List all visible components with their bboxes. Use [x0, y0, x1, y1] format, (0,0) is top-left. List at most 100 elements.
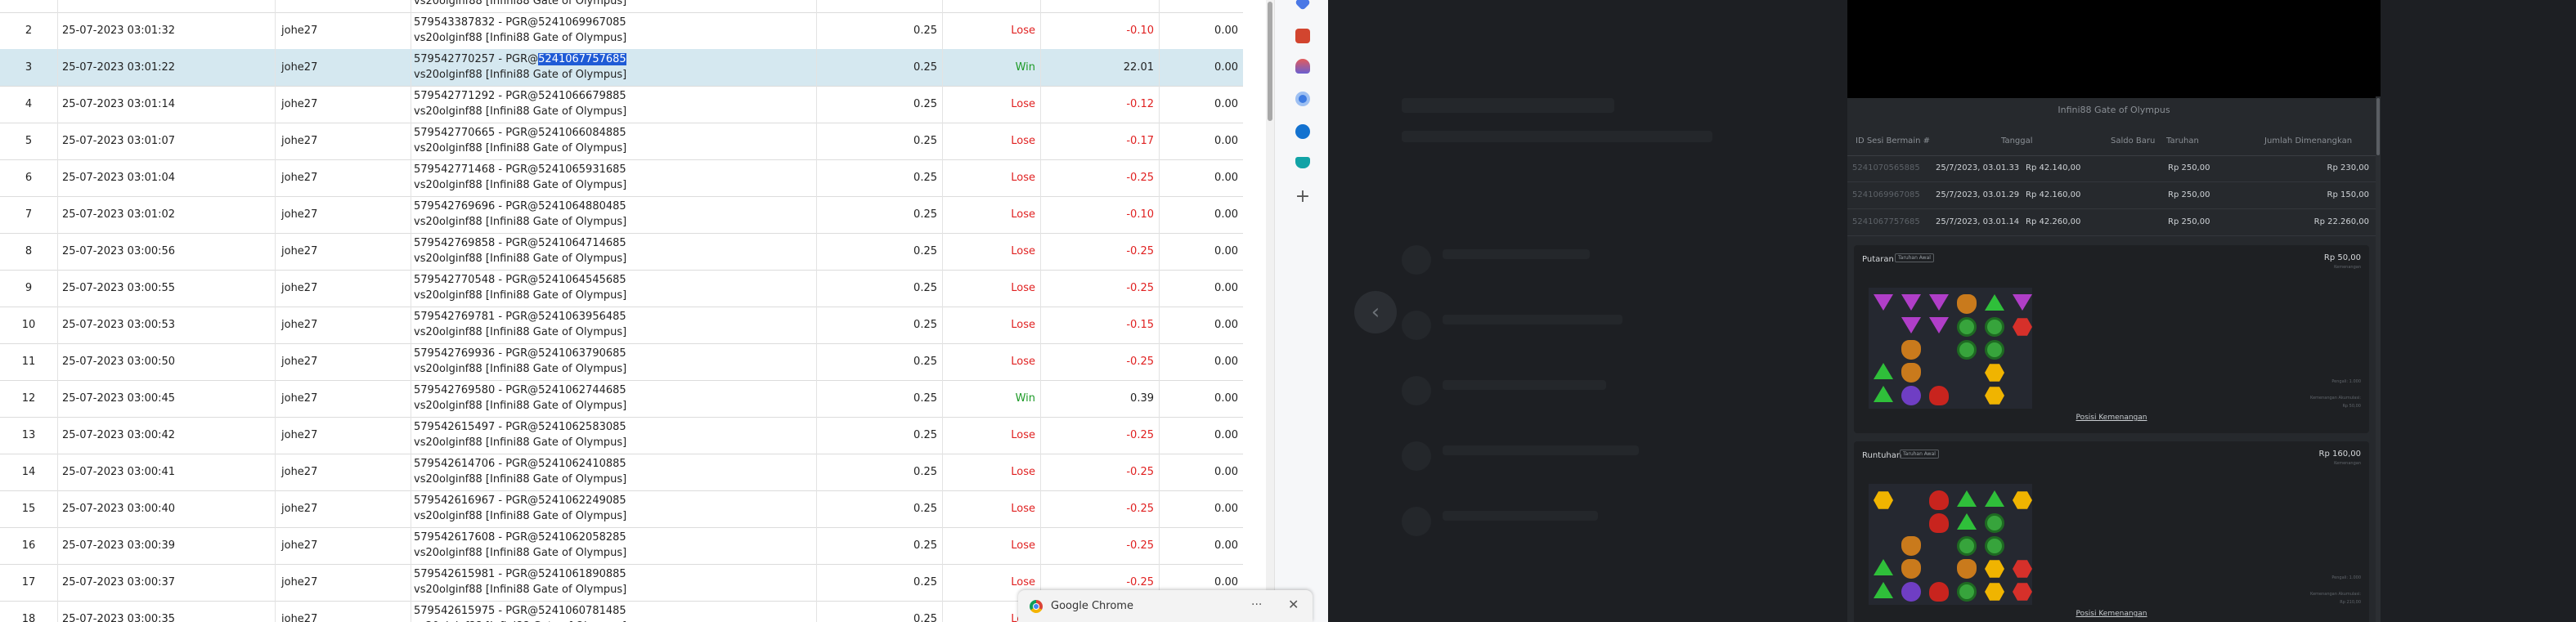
table-row[interactable]: 9 25-07-2023 03:00:55 johe27 579542770548 -…	[0, 270, 1243, 307]
slot-symbol-icon	[1901, 536, 1921, 556]
session-id: 579542770665 - PGR@5241066084885	[414, 127, 626, 139]
selected-session-text[interactable]: 5241067757685	[538, 53, 626, 65]
session-id: 5241067757685	[1852, 217, 1920, 226]
row-number-cell: 12	[0, 380, 57, 417]
winloss-cell: -0.25	[1040, 343, 1159, 380]
winloss-amount: -0.25	[1126, 356, 1154, 368]
row-number: 6	[25, 172, 33, 184]
game-name: vs20olginf88 [Infini88 Gate of Olympus]	[414, 584, 627, 596]
scrollbar-thumb[interactable]	[1268, 2, 1272, 121]
table-row[interactable]: 14 25-07-2023 03:00:41 johe27 579542614706 …	[0, 454, 1243, 491]
bet-cell: 0.25	[816, 527, 942, 564]
cart-icon[interactable]	[1295, 157, 1310, 168]
modal-scrollbar-thumb[interactable]	[2376, 98, 2380, 155]
slot-symbol-icon	[1901, 363, 1921, 383]
win-position-link[interactable]: Posisi Kemenangan	[1854, 610, 2369, 618]
add-extension-icon[interactable]: +	[1294, 188, 1312, 206]
table-row[interactable]: 5 25-07-2023 03:01:07 johe27 579542770665 -…	[0, 123, 1243, 160]
game-info-cell: 579542771468 - PGR@5241065931685 vs20olgi…	[411, 159, 816, 196]
winloss-cell: 0.39	[1040, 380, 1159, 417]
status-cell: Lose	[942, 233, 1040, 270]
backdrop-placeholder	[1443, 315, 1622, 324]
table-row[interactable]: 10 25-07-2023 03:00:53 johe27 579542769781 …	[0, 307, 1243, 344]
header-date: Tanggal	[2001, 136, 2033, 145]
date-cell: 25-07-2023 03:00:50	[57, 343, 275, 380]
table-row[interactable]: 7 25-07-2023 03:01:02 johe27 579542769696 -…	[0, 196, 1243, 234]
outlook-icon[interactable]	[1295, 124, 1310, 139]
table-row[interactable]: 4 25-07-2023 03:01:14 johe27 579542771292 -…	[0, 86, 1243, 123]
close-icon[interactable]: ✕	[1288, 597, 1299, 612]
modal-history-row[interactable]: 5241070565885 25/7/2023, 03.01.33 Rp 42.14…	[1847, 155, 2376, 182]
history-date: 25/7/2023, 03.01.14	[1936, 217, 2020, 226]
table-row[interactable]: 6 25-07-2023 03:01:04 johe27 579542771468 -…	[0, 159, 1243, 197]
bet-amount: 0.25	[913, 539, 937, 552]
backdrop-placeholder	[1402, 98, 1614, 113]
date-cell: 25-07-2023 03:00:40	[57, 490, 275, 527]
back-arrow-button[interactable]: ‹	[1354, 291, 1397, 333]
table-row[interactable]: 16 25-07-2023 03:00:39 johe27 579542617608 …	[0, 527, 1243, 565]
winloss-amount: -0.25	[1126, 282, 1154, 294]
more-icon[interactable]: ···	[1251, 598, 1262, 611]
slot-symbol-icon	[2013, 560, 2032, 578]
table-row[interactable]: 12 25-07-2023 03:00:45 johe27 579542769580 …	[0, 380, 1243, 418]
chrome-popup[interactable]: Google Chrome ··· ✕	[1018, 590, 1313, 622]
username: johe27	[281, 539, 318, 552]
panel-note: Kemenangan Akumulasi:	[2310, 396, 2361, 400]
row-number: 17	[21, 576, 36, 588]
game-info-cell: 579542616967 - PGR@5241062249085 vs20olgi…	[411, 490, 816, 527]
extra-amount: 0.00	[1214, 392, 1238, 405]
extra-amount: 0.00	[1214, 539, 1238, 552]
table-scrollbar[interactable]	[1266, 0, 1274, 622]
winloss-cell: -0.??	[1040, 0, 1159, 12]
person-icon[interactable]	[1295, 59, 1310, 74]
toolbox-icon[interactable]	[1295, 29, 1310, 43]
bet-datetime: 25-07-2023 03:00:35	[62, 613, 176, 622]
row-number: 13	[21, 429, 36, 441]
game-name: vs20olginf88 [Infini88 Gate of Olympus]	[414, 326, 627, 338]
row-number-cell: 11	[0, 343, 57, 380]
game-info-cell: 579542769858 - PGR@5241064714685 vs20olgi…	[411, 233, 816, 270]
panel-title: Putaran	[1862, 255, 1894, 264]
bet-cell: 0.25	[816, 123, 942, 159]
table-row[interactable]: 11 25-07-2023 03:00:50 johe27 579542769936 …	[0, 343, 1243, 381]
slot-symbol-icon	[1929, 317, 1949, 333]
table-row[interactable]: 3 25-07-2023 03:01:22 johe27 579542770257 -…	[0, 49, 1243, 87]
row-number-cell: 14	[0, 454, 57, 490]
modal-table-header: ID Sesi Bermain # Tanggal Saldo Baru Tar…	[1847, 129, 2376, 156]
slot-symbol-icon	[1985, 340, 2004, 360]
diamond-icon[interactable]	[1295, 0, 1311, 11]
slot-symbol-icon	[1985, 387, 2004, 405]
row-number-cell: 2	[0, 12, 57, 49]
slot-symbol-icon	[1901, 559, 1921, 579]
bet-datetime: 25-07-2023 03:01:32	[62, 25, 176, 37]
bet-cell: 0.25	[816, 380, 942, 417]
user-cell: johe27	[275, 343, 411, 380]
history-balance: Rp 42.140,00	[2026, 163, 2081, 172]
username: johe27	[281, 392, 318, 405]
table-row[interactable]: 15 25-07-2023 03:00:40 johe27 579542616967 …	[0, 490, 1243, 528]
circle-app-icon[interactable]	[1295, 92, 1310, 106]
table-row[interactable]: 125-07-2023 03:01:42johe27579543388???? …	[0, 0, 1243, 13]
extra-cell: 0.00	[1159, 343, 1243, 380]
winloss-cell: -0.25	[1040, 417, 1159, 454]
modal-history-row[interactable]: 5241069967085 25/7/2023, 03.01.29 Rp 42.16…	[1847, 182, 2376, 209]
extra-amount: 0.00	[1214, 319, 1238, 331]
bet-cell: 0.25	[816, 601, 942, 622]
extra-cell: 0.00	[1159, 527, 1243, 564]
table-row[interactable]: 2 25-07-2023 03:01:32 johe27 579543387832 -…	[0, 12, 1243, 50]
win-position-link[interactable]: Posisi Kemenangan	[1854, 414, 2369, 422]
table-row[interactable]: 13 25-07-2023 03:00:42 johe27 579542615497 …	[0, 417, 1243, 454]
user-cell: johe27	[275, 527, 411, 564]
history-date: 25/7/2023, 03.01.33	[1936, 163, 2020, 172]
winloss-amount: -0.25	[1126, 245, 1154, 257]
row-number-cell: 4	[0, 86, 57, 123]
modal-history-row[interactable]: 5241067757685 25/7/2023, 03.01.14 Rp 42.26…	[1847, 209, 2376, 236]
extra-cell: 0.00	[1159, 380, 1243, 417]
history-win: Rp 150,00	[2327, 190, 2369, 199]
winloss-amount: -0.25	[1126, 172, 1154, 184]
username: johe27	[281, 98, 318, 110]
table-row[interactable]: 8 25-07-2023 03:00:56 johe27 579542769858 -…	[0, 233, 1243, 271]
game-info-cell: 579542615975 - PGR@5241060781485vs20olgi…	[411, 601, 816, 622]
slot-symbol-icon	[1957, 536, 1977, 556]
modal-scrollbar[interactable]	[2376, 96, 2381, 622]
